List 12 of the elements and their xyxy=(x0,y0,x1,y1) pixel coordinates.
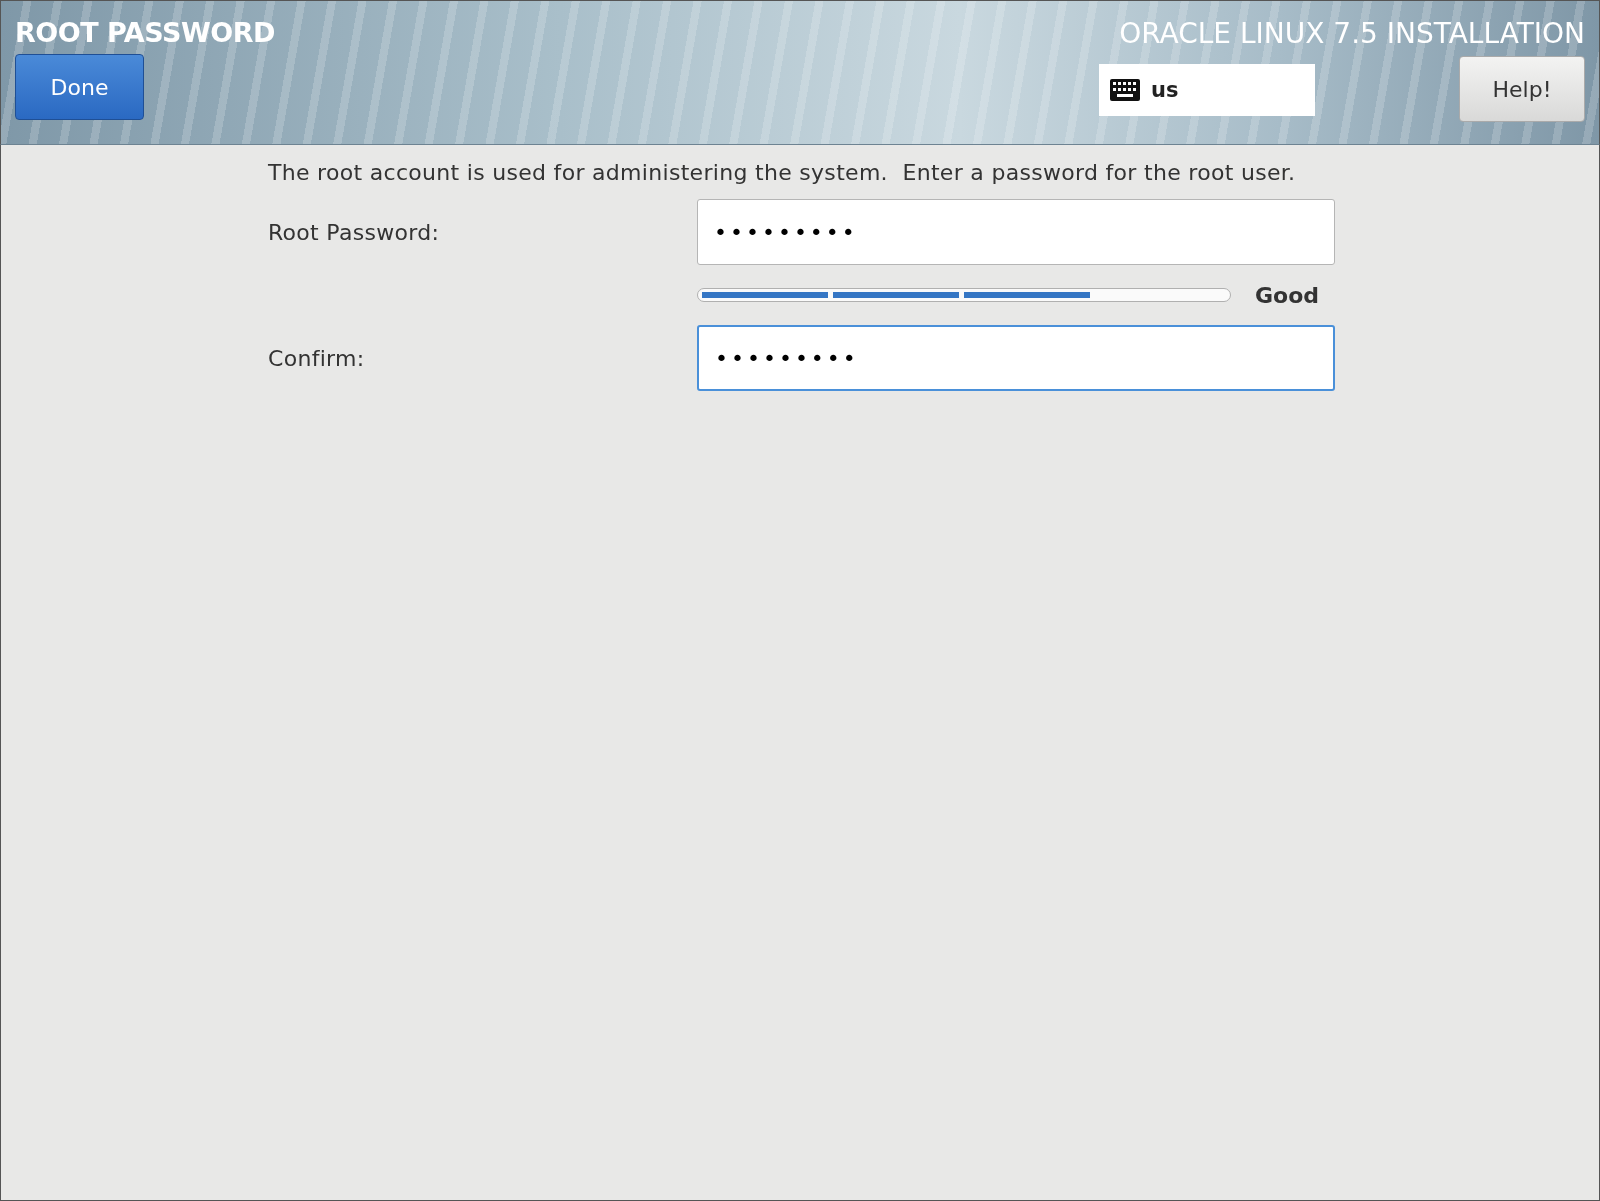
field-label: Root Password: xyxy=(268,219,441,245)
product-title: ORACLE LINUX 7.5 INSTALLATION xyxy=(1119,17,1585,50)
strength-reading: Good xyxy=(1255,282,1320,308)
keyboard-layout-indicator[interactable]: us xyxy=(1099,64,1315,116)
help-button[interactable]: Help! xyxy=(1459,56,1585,122)
description-text: The root account is used for administering the system. Enter a password for the root user. xyxy=(268,160,1297,185)
keyboard-icon xyxy=(1109,78,1141,102)
field-label: Confirm: xyxy=(268,345,366,371)
password-field[interactable]: ••••••••• xyxy=(697,199,1335,265)
done-button[interactable]: Done xyxy=(15,54,144,120)
spoke-title: ROOT PASSWORD xyxy=(15,17,275,48)
password-field[interactable]: ••••••••• xyxy=(697,325,1335,391)
